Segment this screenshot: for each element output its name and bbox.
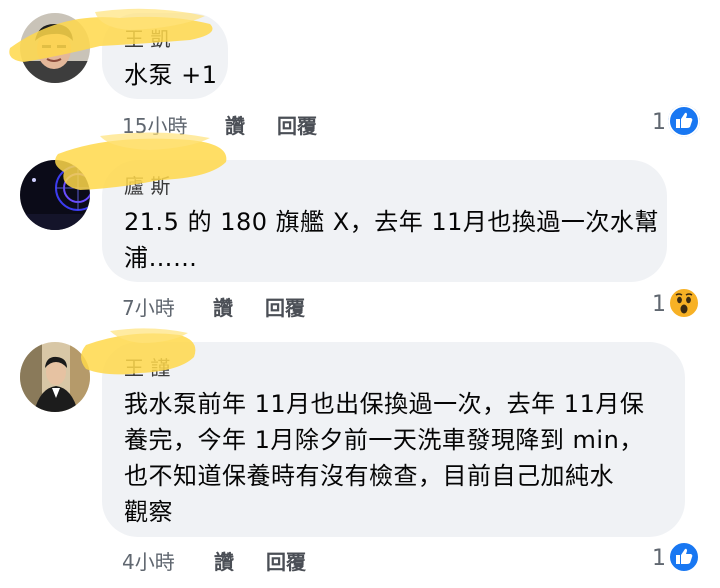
comment-2-reaction-count: 1 xyxy=(652,292,666,317)
wow-icon[interactable] xyxy=(668,287,700,319)
comment-3-bubble: 王 謹 我水泵前年 11月也出保換過一次，去年 11月保 養完，今年 1月除夕前… xyxy=(102,342,685,537)
comment-2-timestamp[interactable]: 7小時 xyxy=(122,292,175,321)
comment-2-reply-button[interactable]: 回覆 xyxy=(265,292,305,321)
comment-3-timestamp[interactable]: 4小時 xyxy=(122,546,175,575)
comment-3-text-line-2: 養完，今年 1月除夕前一天洗車發現降到 min， xyxy=(124,426,644,454)
comment-2-text-line-2: 浦…… xyxy=(124,244,198,272)
comment-3-text-line-4: 觀察 xyxy=(124,498,173,526)
like-icon[interactable] xyxy=(668,541,700,573)
comment-1-like-button[interactable]: 讚 xyxy=(225,110,245,139)
comment-3-text-line-1: 我水泵前年 11月也出保換過一次，去年 11月保 xyxy=(124,390,645,418)
comment-3-reaction-count: 1 xyxy=(652,546,666,571)
comment-1-meta-row: 15小時 讚 回覆 xyxy=(122,110,382,138)
comment-1-reply-button[interactable]: 回覆 xyxy=(277,110,317,139)
comment-1-text-line-1: 水泵 +1 xyxy=(124,61,218,89)
comment-2-meta-row: 7小時 讚 回覆 xyxy=(122,292,382,320)
comment-3-text-line-3: 也不知道保養時有沒有檢查，目前自己加純水 xyxy=(124,462,614,490)
comment-2-like-button[interactable]: 讚 xyxy=(213,292,233,321)
comment-1-avatar[interactable] xyxy=(20,13,90,83)
comment-3-reply-button[interactable]: 回覆 xyxy=(266,546,306,575)
like-icon[interactable] xyxy=(668,105,700,137)
comment-3-avatar[interactable] xyxy=(20,342,90,412)
comment-2-avatar[interactable] xyxy=(20,160,90,230)
comment-3-like-button[interactable]: 讚 xyxy=(214,546,234,575)
comment-1-timestamp[interactable]: 15小時 xyxy=(122,110,187,139)
comment-1-bubble: 王 凱 水泵 +1 xyxy=(102,13,228,99)
comment-3-meta-row: 4小時 讚 回覆 xyxy=(122,546,382,574)
comment-1-author-name[interactable]: 王 凱 xyxy=(124,23,170,52)
comment-1-reaction-count: 1 xyxy=(652,110,666,135)
comment-2-text-line-1: 21.5 的 180 旗艦 X，去年 11月也換過一次水幫 xyxy=(124,208,659,236)
comment-2-bubble: 廬 斯 21.5 的 180 旗艦 X，去年 11月也換過一次水幫 浦…… xyxy=(102,160,667,282)
comment-3-author-name[interactable]: 王 謹 xyxy=(124,352,170,381)
comment-2-author-name[interactable]: 廬 斯 xyxy=(124,170,170,199)
